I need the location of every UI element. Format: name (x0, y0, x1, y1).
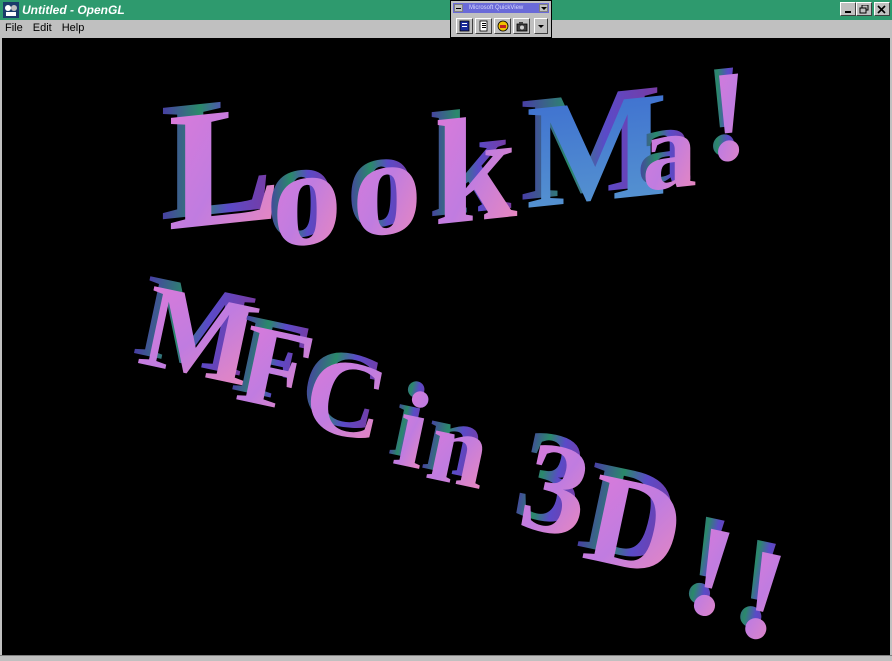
floating-toolbar[interactable]: Microsoft QuickView (450, 0, 552, 38)
menu-file[interactable]: File (0, 20, 28, 37)
glyph-k-front: k (434, 82, 518, 257)
toolbar-camera-button[interactable] (513, 18, 530, 34)
menu-bar: File Edit Help (0, 20, 892, 37)
palette-icon (497, 20, 509, 32)
toolbar-dropdown-button[interactable] (534, 18, 548, 34)
toolbar-palette-button[interactable] (494, 18, 511, 34)
restore-icon (859, 5, 869, 14)
glyph-L-front: L (168, 66, 281, 266)
opengl-window: Untitled - OpenGL File Edit Help Microso… (0, 0, 892, 661)
floating-toolbar-title: Microsoft QuickView (469, 5, 524, 11)
line-2-glyphs: M M F F C C i i n n 3 3 D D ! ! ! ! (127, 248, 800, 655)
close-icon (877, 5, 886, 14)
page-icon (479, 20, 488, 32)
window-controls (840, 2, 890, 16)
minimize-icon (845, 11, 851, 13)
line-1-glyphs: L L o o o o k k M M a a ! ! (160, 38, 750, 279)
restore-button[interactable] (856, 2, 872, 16)
opengl-viewport[interactable]: L L o o o o k k M M a a ! ! M M F F C C … (2, 38, 890, 655)
window-title: Untitled - OpenGL (22, 3, 125, 17)
scene-3d-text: L L o o o o k k M M a a ! ! M M F F C C … (127, 38, 800, 655)
minimize-button[interactable] (840, 2, 856, 16)
menu-help[interactable]: Help (57, 20, 90, 37)
glyph-exclaim-1-front: ! (707, 43, 750, 191)
toolbar-open-button[interactable] (475, 18, 492, 34)
close-button[interactable] (874, 2, 890, 16)
menu-edit[interactable]: Edit (28, 20, 57, 37)
title-bar[interactable]: Untitled - OpenGL (0, 0, 892, 20)
glyph-o2-front: o (352, 106, 422, 268)
status-bar (0, 655, 892, 661)
glyph-o1-front: o (272, 117, 342, 279)
floating-toolbar-titlebar[interactable]: Microsoft QuickView (453, 3, 549, 13)
document-icon (459, 20, 470, 32)
camera-icon (516, 22, 528, 32)
toolbar-system-menu-button[interactable] (454, 4, 463, 12)
toolbar-buttons (456, 18, 548, 34)
toolbar-rollup-button[interactable] (539, 4, 548, 12)
toolbar-new-button[interactable] (456, 18, 473, 34)
app-icon[interactable] (3, 2, 19, 18)
glyph-a-front: a (642, 87, 697, 214)
chevron-down-icon (538, 25, 544, 28)
